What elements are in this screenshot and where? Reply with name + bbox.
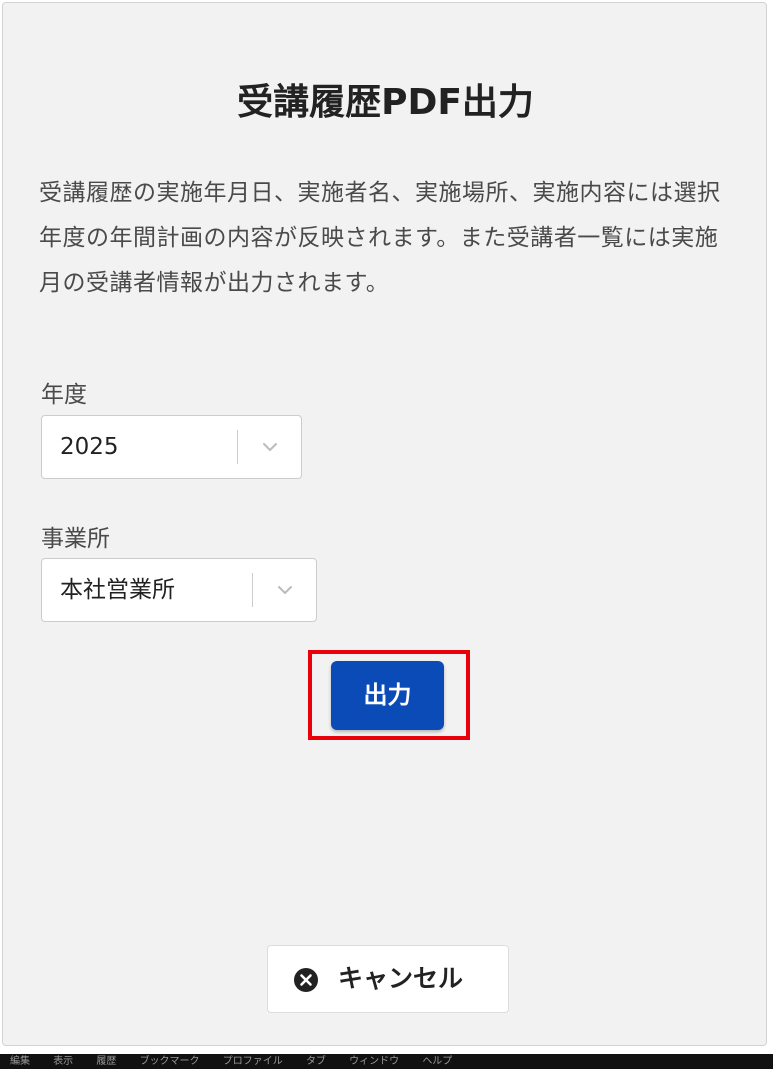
year-field-label: 年度 [41,382,87,408]
dialog-description: 受講履歴の実施年月日、実施者名、実施場所、実施内容には選択年度の年間計画の内容が… [39,180,721,296]
year-select[interactable]: 2025 [41,415,302,479]
system-menubar: 編集 表示 履歴 ブックマーク プロファイル タブ ウィンドウ ヘルプ [0,1054,773,1069]
menu-item-edit[interactable]: 編集 [10,1054,30,1069]
office-field-label: 事業所 [41,526,110,552]
office-select-value: 本社営業所 [60,577,175,603]
menu-item-view[interactable]: 表示 [53,1054,73,1069]
output-button[interactable]: 出力 [331,661,444,730]
menu-item-bookmarks[interactable]: ブックマーク [140,1054,200,1069]
dialog-title: 受講履歴PDF出力 [237,82,534,123]
chevron-down-icon[interactable] [270,575,300,605]
chevron-down-icon[interactable] [255,432,285,462]
menu-item-tab[interactable]: タブ [306,1054,326,1069]
office-select[interactable]: 本社営業所 [41,558,317,622]
menu-item-profiles[interactable]: プロファイル [223,1054,283,1069]
select-separator [237,430,238,464]
cancel-button-label: キャンセル [338,964,464,993]
select-separator [252,573,253,607]
menu-item-help[interactable]: ヘルプ [422,1054,452,1069]
cancel-button[interactable]: キャンセル [267,945,509,1013]
pdf-export-dialog: 受講履歴PDF出力 受講履歴の実施年月日、実施者名、実施場所、実施内容には選択年… [2,2,767,1046]
year-select-value: 2025 [60,434,119,460]
menu-item-history[interactable]: 履歴 [96,1054,116,1069]
menu-item-window[interactable]: ウィンドウ [349,1054,399,1069]
close-circle-icon [294,968,318,992]
